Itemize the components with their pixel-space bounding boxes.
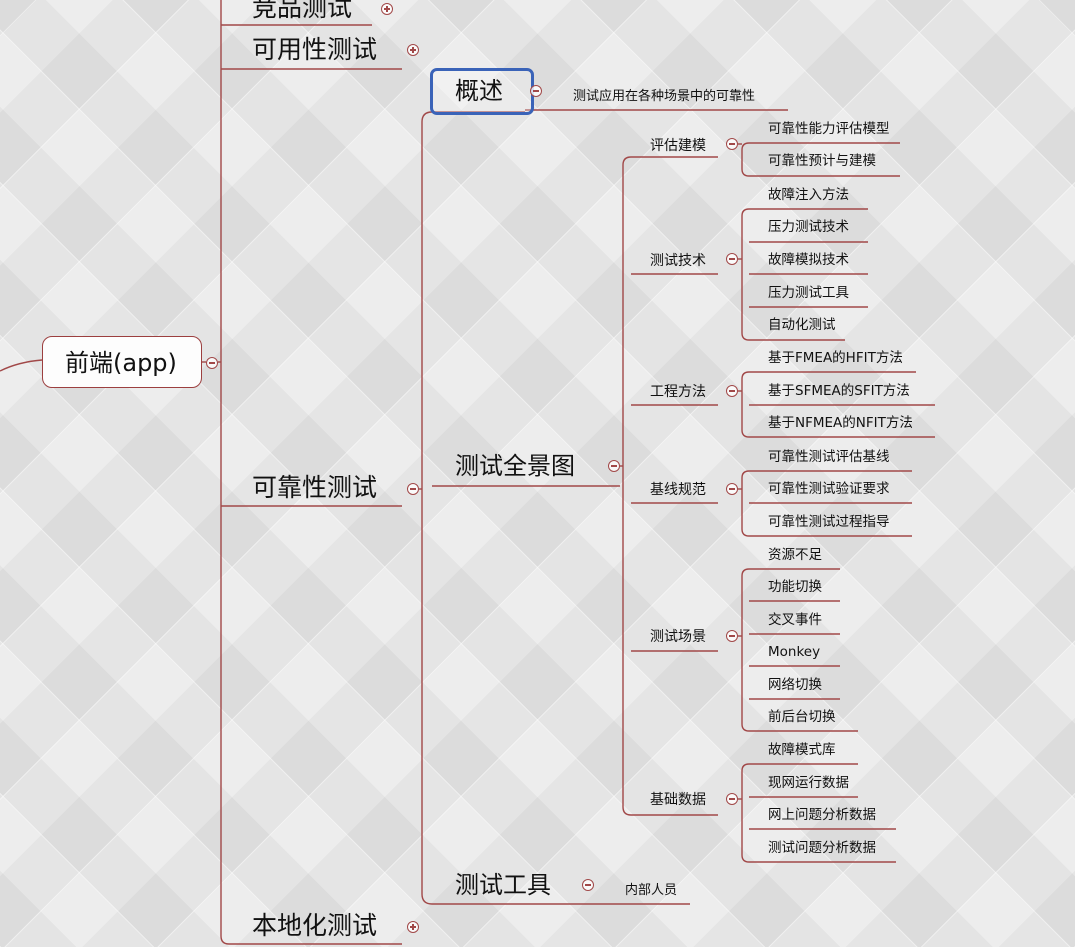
leaves-test-scenarios-bracket bbox=[741, 568, 750, 732]
item-stress-testing-tools[interactable]: 压力测试工具 bbox=[768, 286, 849, 301]
item-live-network-data[interactable]: 现网运行数据 bbox=[768, 776, 849, 791]
item-sfmea-sfit[interactable]: 基于SFMEA的SFIT方法 bbox=[768, 384, 910, 399]
group-engineering-methods[interactable]: 工程方法 bbox=[650, 385, 706, 399]
item-failure-mode-library[interactable]: 故障模式库 bbox=[768, 743, 836, 758]
item-function-switching[interactable]: 功能切换 bbox=[768, 580, 822, 595]
topic-overview[interactable]: 概述 bbox=[455, 79, 503, 103]
collapse-icon[interactable] bbox=[530, 85, 542, 97]
root-topic-label: 前端(app) bbox=[65, 349, 177, 377]
leaves-test-techniques-bracket bbox=[741, 208, 750, 341]
item-automated-testing[interactable]: 自动化测试 bbox=[768, 318, 836, 333]
leaves-baseline-spec-bracket bbox=[741, 470, 750, 537]
collapse-icon[interactable] bbox=[726, 793, 738, 805]
collapse-icon[interactable] bbox=[726, 138, 738, 150]
item-insufficient-resources[interactable]: 资源不足 bbox=[768, 548, 822, 563]
branch-usability-testing[interactable]: 可用性测试 bbox=[252, 37, 377, 62]
item-reliability-capability-model[interactable]: 可靠性能力评估模型 bbox=[768, 122, 890, 137]
collapse-icon[interactable] bbox=[726, 630, 738, 642]
branch-competitor-testing[interactable]: 竞品测试 bbox=[252, 0, 352, 20]
group-test-techniques[interactable]: 测试技术 bbox=[650, 254, 706, 268]
item-foreground-background-switching[interactable]: 前后台切换 bbox=[768, 710, 836, 725]
collapse-icon[interactable] bbox=[608, 460, 620, 472]
item-evaluation-baseline[interactable]: 可靠性测试评估基线 bbox=[768, 450, 890, 465]
main-branch-spine bbox=[220, 0, 402, 945]
topic-test-panorama[interactable]: 测试全景图 bbox=[455, 454, 575, 478]
item-process-guidance[interactable]: 可靠性测试过程指导 bbox=[768, 515, 890, 530]
leaves-basic-data-bracket bbox=[741, 763, 750, 863]
branch-localization-testing[interactable]: 本地化测试 bbox=[252, 913, 377, 938]
group-evaluation-modeling[interactable]: 评估建模 bbox=[650, 139, 706, 153]
topic-test-tools[interactable]: 测试工具 bbox=[455, 873, 551, 897]
item-online-issue-analysis-data[interactable]: 网上问题分析数据 bbox=[768, 808, 876, 823]
item-reliability-prediction[interactable]: 可靠性预计与建模 bbox=[768, 154, 876, 169]
leaves-engineering-methods-bracket bbox=[741, 371, 750, 438]
item-nfmea-nfit[interactable]: 基于NFMEA的NFIT方法 bbox=[768, 416, 913, 431]
leaves-evaluation-modeling-bracket bbox=[741, 142, 750, 177]
expand-icon[interactable] bbox=[407, 921, 419, 933]
item-fmea-hfit[interactable]: 基于FMEA的HFIT方法 bbox=[768, 351, 903, 366]
overview-note[interactable]: 测试应用在各种场景中的可靠性 bbox=[573, 90, 755, 103]
item-monkey[interactable]: Monkey bbox=[768, 645, 820, 660]
expand-icon[interactable] bbox=[407, 44, 419, 56]
root-incoming-connector bbox=[0, 359, 43, 372]
item-stress-testing-technique[interactable]: 压力测试技术 bbox=[768, 220, 849, 235]
test-tools-note[interactable]: 内部人员 bbox=[625, 884, 677, 897]
item-test-issue-analysis-data[interactable]: 测试问题分析数据 bbox=[768, 841, 876, 856]
item-verification-requirements[interactable]: 可靠性测试验证要求 bbox=[768, 482, 890, 497]
group-test-scenarios[interactable]: 测试场景 bbox=[650, 630, 706, 644]
item-fault-injection[interactable]: 故障注入方法 bbox=[768, 188, 849, 203]
reliability-children-bracket bbox=[421, 111, 433, 905]
collapse-icon[interactable] bbox=[726, 483, 738, 495]
item-network-switching[interactable]: 网络切换 bbox=[768, 678, 822, 693]
collapse-icon[interactable] bbox=[206, 357, 218, 369]
group-baseline-spec[interactable]: 基线规范 bbox=[650, 483, 706, 497]
expand-icon[interactable] bbox=[381, 3, 393, 15]
collapse-icon[interactable] bbox=[726, 253, 738, 265]
group-basic-data[interactable]: 基础数据 bbox=[650, 793, 706, 807]
collapse-icon[interactable] bbox=[407, 483, 419, 495]
item-cross-events[interactable]: 交叉事件 bbox=[768, 613, 822, 628]
item-fault-simulation[interactable]: 故障模拟技术 bbox=[768, 253, 849, 268]
collapse-icon[interactable] bbox=[726, 385, 738, 397]
panorama-children-bracket bbox=[622, 156, 632, 816]
collapse-icon[interactable] bbox=[582, 879, 594, 891]
branch-reliability-testing[interactable]: 可靠性测试 bbox=[252, 475, 377, 500]
